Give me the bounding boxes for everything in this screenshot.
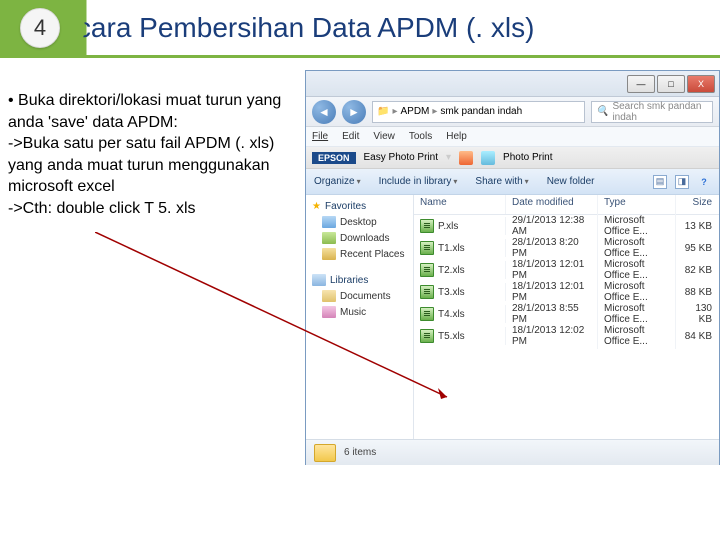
epson-app-label: Easy Photo Print — [364, 152, 438, 163]
xls-file-icon — [420, 285, 434, 299]
file-row[interactable]: T5.xls 18/1/2013 12:02 PMMicrosoft Office… — [414, 325, 719, 347]
new-folder-button[interactable]: New folder — [547, 176, 595, 187]
menu-help[interactable]: Help — [446, 131, 467, 142]
chevron-right-icon: ▸ — [432, 106, 437, 117]
close-button[interactable]: X — [687, 75, 715, 93]
menu-file[interactable]: File — [312, 131, 328, 142]
header-bar: 4 Tatacara Pembersihan Data APDM (. xls) — [0, 0, 720, 58]
status-bar: 6 items — [306, 439, 719, 465]
file-name: T1.xls — [438, 243, 465, 254]
back-button[interactable]: ◄ — [312, 100, 336, 124]
folder-icon: 📁 — [377, 106, 389, 117]
file-name: P.xls — [438, 221, 458, 232]
photo-icon[interactable] — [481, 151, 495, 165]
organize-button[interactable]: Organize — [314, 176, 361, 187]
xls-file-icon — [420, 219, 434, 233]
file-name: T4.xls — [438, 309, 465, 320]
include-library-button[interactable]: Include in library — [379, 176, 458, 187]
file-type: Microsoft Office E... — [598, 323, 676, 349]
window-titlebar: — □ X — [306, 71, 719, 97]
file-date: 18/1/2013 12:02 PM — [506, 323, 598, 349]
forward-button[interactable]: ► — [342, 100, 366, 124]
breadcrumb[interactable]: 📁 ▸ APDM ▸ smk pandan indah — [372, 101, 585, 123]
page-title: Tatacara Pembersihan Data APDM (. xls) — [24, 12, 534, 44]
sidebar-item-documents[interactable]: Documents — [308, 288, 411, 304]
file-row[interactable]: T4.xls28/1/2013 8:55 PMMicrosoft Office … — [414, 303, 719, 325]
divider: ▾ — [446, 152, 451, 163]
sidebar-item-desktop[interactable]: Desktop — [308, 214, 411, 230]
file-row[interactable]: T2.xls18/1/2013 12:01 PMMicrosoft Office… — [414, 259, 719, 281]
sidebar-libraries[interactable]: Libraries — [308, 272, 411, 288]
help-icon[interactable]: ? — [697, 175, 711, 189]
menu-bar: File Edit View Tools Help — [306, 127, 719, 147]
xls-file-icon — [420, 263, 434, 277]
file-size: 88 KB — [676, 285, 716, 300]
breadcrumb-segment[interactable]: APDM — [400, 106, 429, 117]
explorer-toolbar: Organize Include in library Share with N… — [306, 169, 719, 195]
col-header-size[interactable]: Size — [676, 195, 716, 214]
step-number-badge: 4 — [20, 8, 60, 48]
minimize-button[interactable]: — — [627, 75, 655, 93]
menu-edit[interactable]: Edit — [342, 131, 359, 142]
desktop-icon — [322, 216, 336, 228]
file-row[interactable]: P.xls29/1/2013 12:38 AMMicrosoft Office … — [414, 215, 719, 237]
maximize-button[interactable]: □ — [657, 75, 685, 93]
file-size: 130 KB — [676, 301, 716, 327]
status-text: 6 items — [344, 447, 376, 458]
view-options-icon[interactable]: ▤ — [653, 175, 667, 189]
toolbar-right-icons: ▤ ◨ ? — [653, 175, 711, 189]
epson-toolbar: EPSON Easy Photo Print ▾ Photo Print — [306, 147, 719, 169]
search-icon: 🔍 — [596, 106, 608, 117]
file-size: 84 KB — [676, 329, 716, 344]
photo-print-button[interactable]: Photo Print — [503, 152, 552, 163]
downloads-icon — [322, 232, 336, 244]
music-icon — [322, 306, 336, 318]
col-header-date[interactable]: Date modified — [506, 195, 598, 214]
sidebar-item-downloads[interactable]: Downloads — [308, 230, 411, 246]
xls-file-icon — [420, 241, 434, 255]
printer-icon[interactable] — [459, 151, 473, 165]
sidebar: ★Favorites Desktop Downloads Recent Plac… — [306, 195, 414, 439]
col-header-name[interactable]: Name — [414, 195, 506, 214]
explorer-body: ★Favorites Desktop Downloads Recent Plac… — [306, 195, 719, 439]
file-name: T5.xls — [438, 331, 465, 342]
documents-icon — [322, 290, 336, 302]
menu-tools[interactable]: Tools — [409, 131, 432, 142]
file-size: 82 KB — [676, 263, 716, 278]
recent-icon — [322, 248, 336, 260]
share-with-button[interactable]: Share with — [475, 176, 528, 187]
step-badge-wrap: 4 — [0, 0, 85, 55]
file-row[interactable]: T3.xls18/1/2013 12:01 PMMicrosoft Office… — [414, 281, 719, 303]
sidebar-favorites[interactable]: ★Favorites — [308, 199, 411, 214]
sidebar-item-recent[interactable]: Recent Places — [308, 246, 411, 262]
breadcrumb-segment[interactable]: smk pandan indah — [440, 106, 522, 117]
file-list: Name Date modified Type Size P.xls29/1/2… — [414, 195, 719, 439]
col-header-type[interactable]: Type — [598, 195, 676, 214]
menu-view[interactable]: View — [373, 131, 395, 142]
column-headers: Name Date modified Type Size — [414, 195, 719, 215]
preview-pane-icon[interactable]: ◨ — [675, 175, 689, 189]
nav-row: ◄ ► 📁 ▸ APDM ▸ smk pandan indah 🔍 Search… — [306, 97, 719, 127]
xls-file-icon — [420, 329, 434, 343]
file-name: T2.xls — [438, 265, 465, 276]
sidebar-item-music[interactable]: Music — [308, 304, 411, 320]
epson-brand-label: EPSON — [312, 152, 356, 164]
file-size: 95 KB — [676, 241, 716, 256]
file-row[interactable]: T1.xls28/1/2013 8:20 PMMicrosoft Office … — [414, 237, 719, 259]
folder-icon — [314, 444, 336, 462]
star-icon: ★ — [312, 201, 321, 212]
file-name: T3.xls — [438, 287, 465, 298]
explorer-window: — □ X ◄ ► 📁 ▸ APDM ▸ smk pandan indah 🔍 … — [305, 70, 720, 465]
file-size: 13 KB — [676, 219, 716, 234]
search-input[interactable]: 🔍 Search smk pandan indah — [591, 101, 713, 123]
libraries-icon — [312, 274, 326, 286]
instruction-text: • Buka direktori/lokasi muat turun yang … — [8, 90, 303, 220]
chevron-right-icon: ▸ — [392, 106, 397, 117]
xls-file-icon — [420, 307, 434, 321]
search-placeholder: Search smk pandan indah — [612, 101, 708, 123]
